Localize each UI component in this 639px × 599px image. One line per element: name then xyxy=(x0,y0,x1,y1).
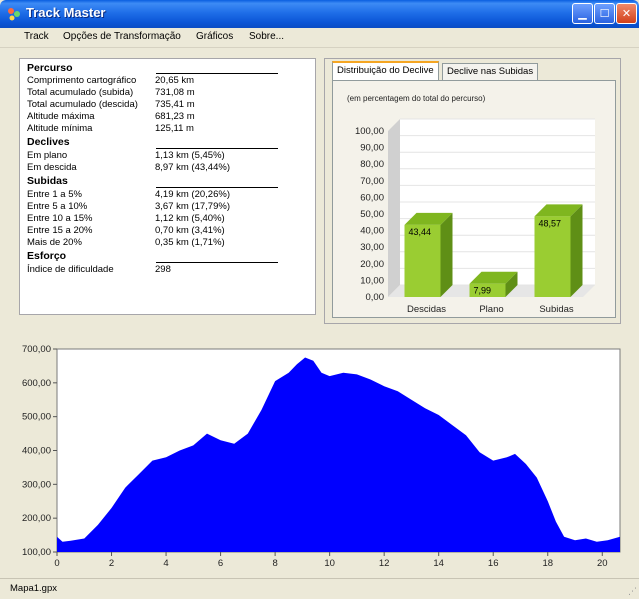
y-tick-label: 300,00 xyxy=(22,479,51,490)
y-tick-label: 0,00 xyxy=(366,292,385,303)
title-bar: Track Master ▁ ☐ ✕ xyxy=(0,0,639,28)
y-tick-label: 40,00 xyxy=(360,226,384,237)
separator xyxy=(156,148,278,149)
y-tick-label: 700,00 xyxy=(22,344,51,355)
menu-transform-options[interactable]: Opções de Transformação xyxy=(63,31,181,42)
bar-value-label: 43,44 xyxy=(409,227,432,237)
separator xyxy=(156,187,278,188)
x-tick-label: 2 xyxy=(109,558,114,569)
status-bar: Mapa1.gpx ⋰ xyxy=(0,578,639,599)
y-tick-label: 100,00 xyxy=(355,126,384,137)
bar-subidas xyxy=(534,216,571,297)
section-percurso: Percurso xyxy=(27,62,73,74)
resize-grip-icon[interactable]: ⋰ xyxy=(628,587,637,597)
maximize-button[interactable]: ☐ xyxy=(594,3,615,24)
x-category-label: Subidas xyxy=(539,304,574,315)
elevation-profile-panel: 100,00 200,00 300,00 400,00 500,00 600,00 700,… xyxy=(0,333,639,577)
slope-bar-chart: (em percentagem do total do percurso) 0,0… xyxy=(347,94,595,315)
x-tick-label: 14 xyxy=(433,558,444,569)
section-esforco: Esforço xyxy=(27,250,67,262)
x-tick-label: 20 xyxy=(597,558,608,569)
separator xyxy=(156,73,278,74)
y-tick-label: 600,00 xyxy=(22,378,51,389)
x-tick-label: 16 xyxy=(488,558,499,569)
y-tick-label: 50,00 xyxy=(360,209,384,220)
tab-slope-distribution[interactable]: Distribuição do Declive xyxy=(332,61,439,80)
x-tick-label: 12 xyxy=(379,558,390,569)
menu-track[interactable]: Track xyxy=(24,31,49,42)
x-tick-label: 8 xyxy=(272,558,277,569)
menu-about[interactable]: Sobre... xyxy=(249,31,284,42)
chart-subtitle: (em percentagem do total do percurso) xyxy=(347,94,486,103)
tab-slope-climbs[interactable]: Declive nas Subidas xyxy=(442,63,539,80)
y-tick-label: 100,00 xyxy=(22,547,51,558)
chart-panel: Distribuição do Declive Declive nas Subi… xyxy=(324,58,621,324)
section-subidas: Subidas xyxy=(27,175,68,187)
elevation-profile-chart: 100,00 200,00 300,00 400,00 500,00 600,00 700,… xyxy=(22,344,621,569)
minimize-button[interactable]: ▁ xyxy=(572,3,593,24)
y-tick-label: 30,00 xyxy=(360,242,384,253)
y-tick-label: 400,00 xyxy=(22,446,51,457)
bar-value-label: 7,99 xyxy=(474,286,492,296)
stats-panel: Percurso Comprimento cartográfico 20,65 k… xyxy=(19,58,316,315)
status-file-name: Mapa1.gpx xyxy=(10,583,58,594)
section-declives: Declives xyxy=(27,136,70,148)
menu-graphs[interactable]: Gráficos xyxy=(196,31,233,42)
menu-bar: Track Opções de Transformação Gráficos S… xyxy=(0,28,639,48)
y-tick-label: 60,00 xyxy=(360,192,384,203)
y-tick-label: 500,00 xyxy=(22,412,51,423)
close-icon: ✕ xyxy=(621,7,632,20)
x-tick-label: 18 xyxy=(542,558,553,569)
y-tick-label: 70,00 xyxy=(360,176,384,187)
maximize-icon: ☐ xyxy=(599,7,610,20)
y-tick-label: 200,00 xyxy=(22,513,51,524)
y-tick-label: 20,00 xyxy=(360,259,384,270)
x-tick-label: 10 xyxy=(324,558,335,569)
window-title: Track Master xyxy=(26,5,106,20)
tab-content: (em percentagem do total do percurso) 0,0… xyxy=(332,80,616,318)
bar-side xyxy=(440,212,453,297)
y-tick-label: 90,00 xyxy=(360,143,384,154)
bar-value-label: 48,57 xyxy=(539,218,562,228)
x-category-label: Descidas xyxy=(407,304,446,315)
x-category-label: Plano xyxy=(479,304,503,315)
x-tick-label: 4 xyxy=(163,558,168,569)
close-button[interactable]: ✕ xyxy=(616,3,637,24)
separator xyxy=(156,262,278,263)
app-logo-icon xyxy=(8,8,20,21)
x-tick-label: 0 xyxy=(54,558,59,569)
y-tick-label: 10,00 xyxy=(360,275,384,286)
y-tick-label: 80,00 xyxy=(360,159,384,170)
minimize-icon: ▁ xyxy=(578,7,587,20)
chart-side-wall xyxy=(388,119,400,297)
x-tick-label: 6 xyxy=(218,558,223,569)
bar-side xyxy=(570,204,583,297)
